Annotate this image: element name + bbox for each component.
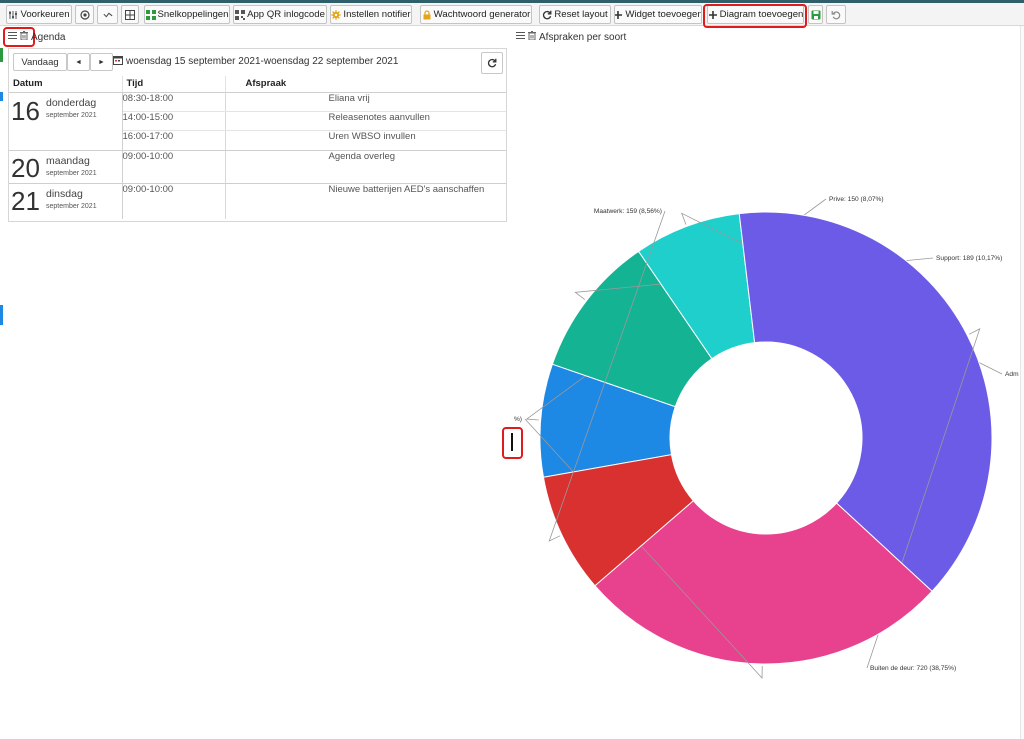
slice-label: Prive: 150 (8,07%) bbox=[829, 196, 884, 203]
slice-label: %) bbox=[514, 416, 522, 423]
slice-label: Maatwerk: 159 (8,56%) bbox=[594, 208, 662, 215]
slice-label: Adm bbox=[1005, 371, 1019, 378]
donut-chart: Prive: 150 (8,07%) Support: 189 (10,17%) A… bbox=[514, 196, 1019, 679]
slice-label: Support: 189 (10,17%) bbox=[936, 255, 1002, 262]
slice-label: Buiten de deur: 720 (38,75%) bbox=[870, 665, 956, 672]
